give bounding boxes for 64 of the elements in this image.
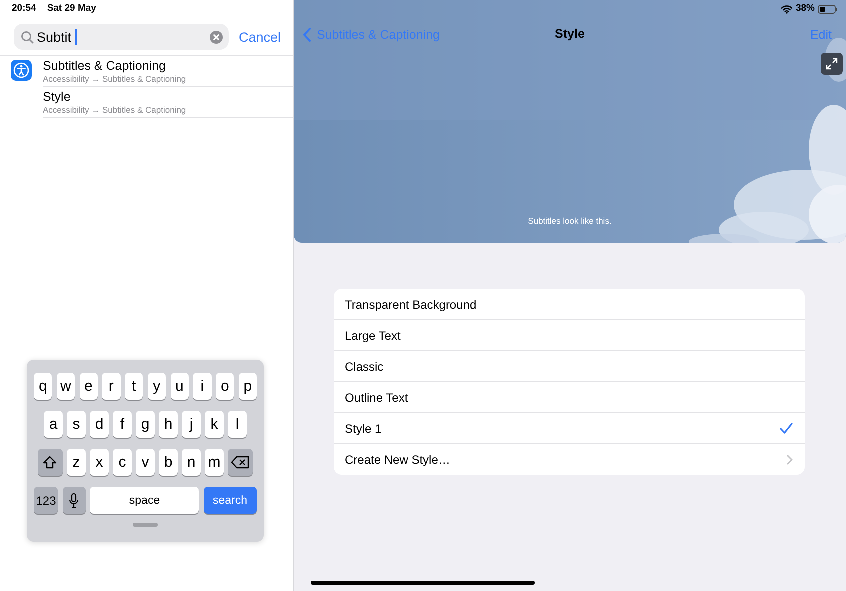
letter-key[interactable]: r bbox=[102, 373, 120, 400]
search-result[interactable]: Style Accessibility → Subtitles & Captioning bbox=[0, 87, 293, 118]
style-option[interactable]: Transparent Background bbox=[334, 289, 805, 320]
cancel-button[interactable]: Cancel bbox=[236, 30, 283, 44]
letter-key[interactable]: j bbox=[182, 411, 201, 438]
letter-key[interactable]: c bbox=[113, 449, 132, 476]
letter-key[interactable]: m bbox=[205, 449, 224, 476]
battery-percent: 38% bbox=[796, 3, 815, 15]
result-path: Accessibility → Subtitles & Captioning bbox=[43, 74, 188, 85]
status-date: Sat 29 May bbox=[47, 3, 96, 16]
letter-key[interactable]: y bbox=[148, 373, 166, 400]
search-key[interactable]: search bbox=[204, 487, 257, 514]
accessibility-icon bbox=[11, 60, 32, 81]
expand-button[interactable] bbox=[821, 53, 843, 75]
letter-key[interactable]: w bbox=[56, 373, 75, 400]
style-option[interactable]: Large Text bbox=[334, 320, 805, 351]
nav-title: Style bbox=[555, 27, 585, 41]
letter-key[interactable]: d bbox=[90, 411, 109, 438]
chevron-right-icon bbox=[787, 454, 793, 464]
letter-key[interactable]: e bbox=[80, 373, 98, 400]
letter-key[interactable]: q bbox=[34, 373, 52, 400]
space-key[interactable]: space bbox=[90, 487, 200, 514]
letter-key[interactable]: u bbox=[170, 373, 189, 400]
letter-key[interactable]: t bbox=[125, 373, 144, 400]
result-title: Subtitles & Captioning bbox=[43, 59, 167, 74]
status-time: 20:54 bbox=[12, 3, 36, 16]
chevron-left-icon bbox=[303, 28, 311, 42]
search-field[interactable]: Subtit bbox=[14, 24, 229, 50]
letter-key[interactable]: o bbox=[216, 373, 234, 400]
letter-key[interactable]: z bbox=[67, 449, 86, 476]
letter-key[interactable]: k bbox=[205, 411, 224, 438]
style-option[interactable]: Classic bbox=[334, 351, 805, 382]
letter-key[interactable]: v bbox=[136, 449, 155, 476]
numbers-key[interactable]: 123 bbox=[34, 487, 58, 514]
subtitle-sample: Subtitles look like this. bbox=[528, 216, 612, 226]
letter-key[interactable]: b bbox=[159, 449, 178, 476]
letter-key[interactable]: h bbox=[159, 411, 178, 438]
keyboard-handle[interactable] bbox=[133, 523, 158, 527]
wifi-icon bbox=[780, 4, 793, 14]
letter-key[interactable]: s bbox=[67, 411, 86, 438]
expand-icon bbox=[826, 58, 838, 70]
letter-key[interactable]: n bbox=[182, 449, 201, 476]
result-path: Accessibility → Subtitles & Captioning bbox=[43, 105, 188, 116]
style-option[interactable]: Outline Text bbox=[334, 382, 805, 413]
letter-key[interactable]: f bbox=[113, 411, 132, 438]
style-option[interactable]: Style 1 bbox=[334, 413, 805, 444]
microphone-icon bbox=[69, 492, 80, 508]
shift-key[interactable] bbox=[38, 449, 63, 476]
shift-icon bbox=[43, 456, 58, 469]
backspace-key[interactable] bbox=[228, 449, 254, 476]
letter-key[interactable]: i bbox=[193, 373, 212, 400]
letter-key[interactable]: l bbox=[228, 411, 247, 438]
search-icon bbox=[21, 30, 34, 44]
dictation-key[interactable] bbox=[62, 487, 86, 514]
result-title: Style bbox=[43, 90, 72, 105]
battery-icon bbox=[818, 4, 838, 14]
letter-key[interactable]: a bbox=[44, 411, 63, 438]
backspace-icon bbox=[231, 456, 250, 469]
search-result[interactable]: Subtitles & Captioning Accessibility → Subtitles & Captioning bbox=[0, 56, 293, 87]
style-option[interactable]: Create New Style… bbox=[334, 444, 805, 475]
clear-icon[interactable] bbox=[210, 30, 223, 44]
letter-key[interactable]: p bbox=[238, 373, 257, 400]
letter-key[interactable]: g bbox=[136, 411, 155, 438]
letter-key[interactable]: x bbox=[90, 449, 109, 476]
